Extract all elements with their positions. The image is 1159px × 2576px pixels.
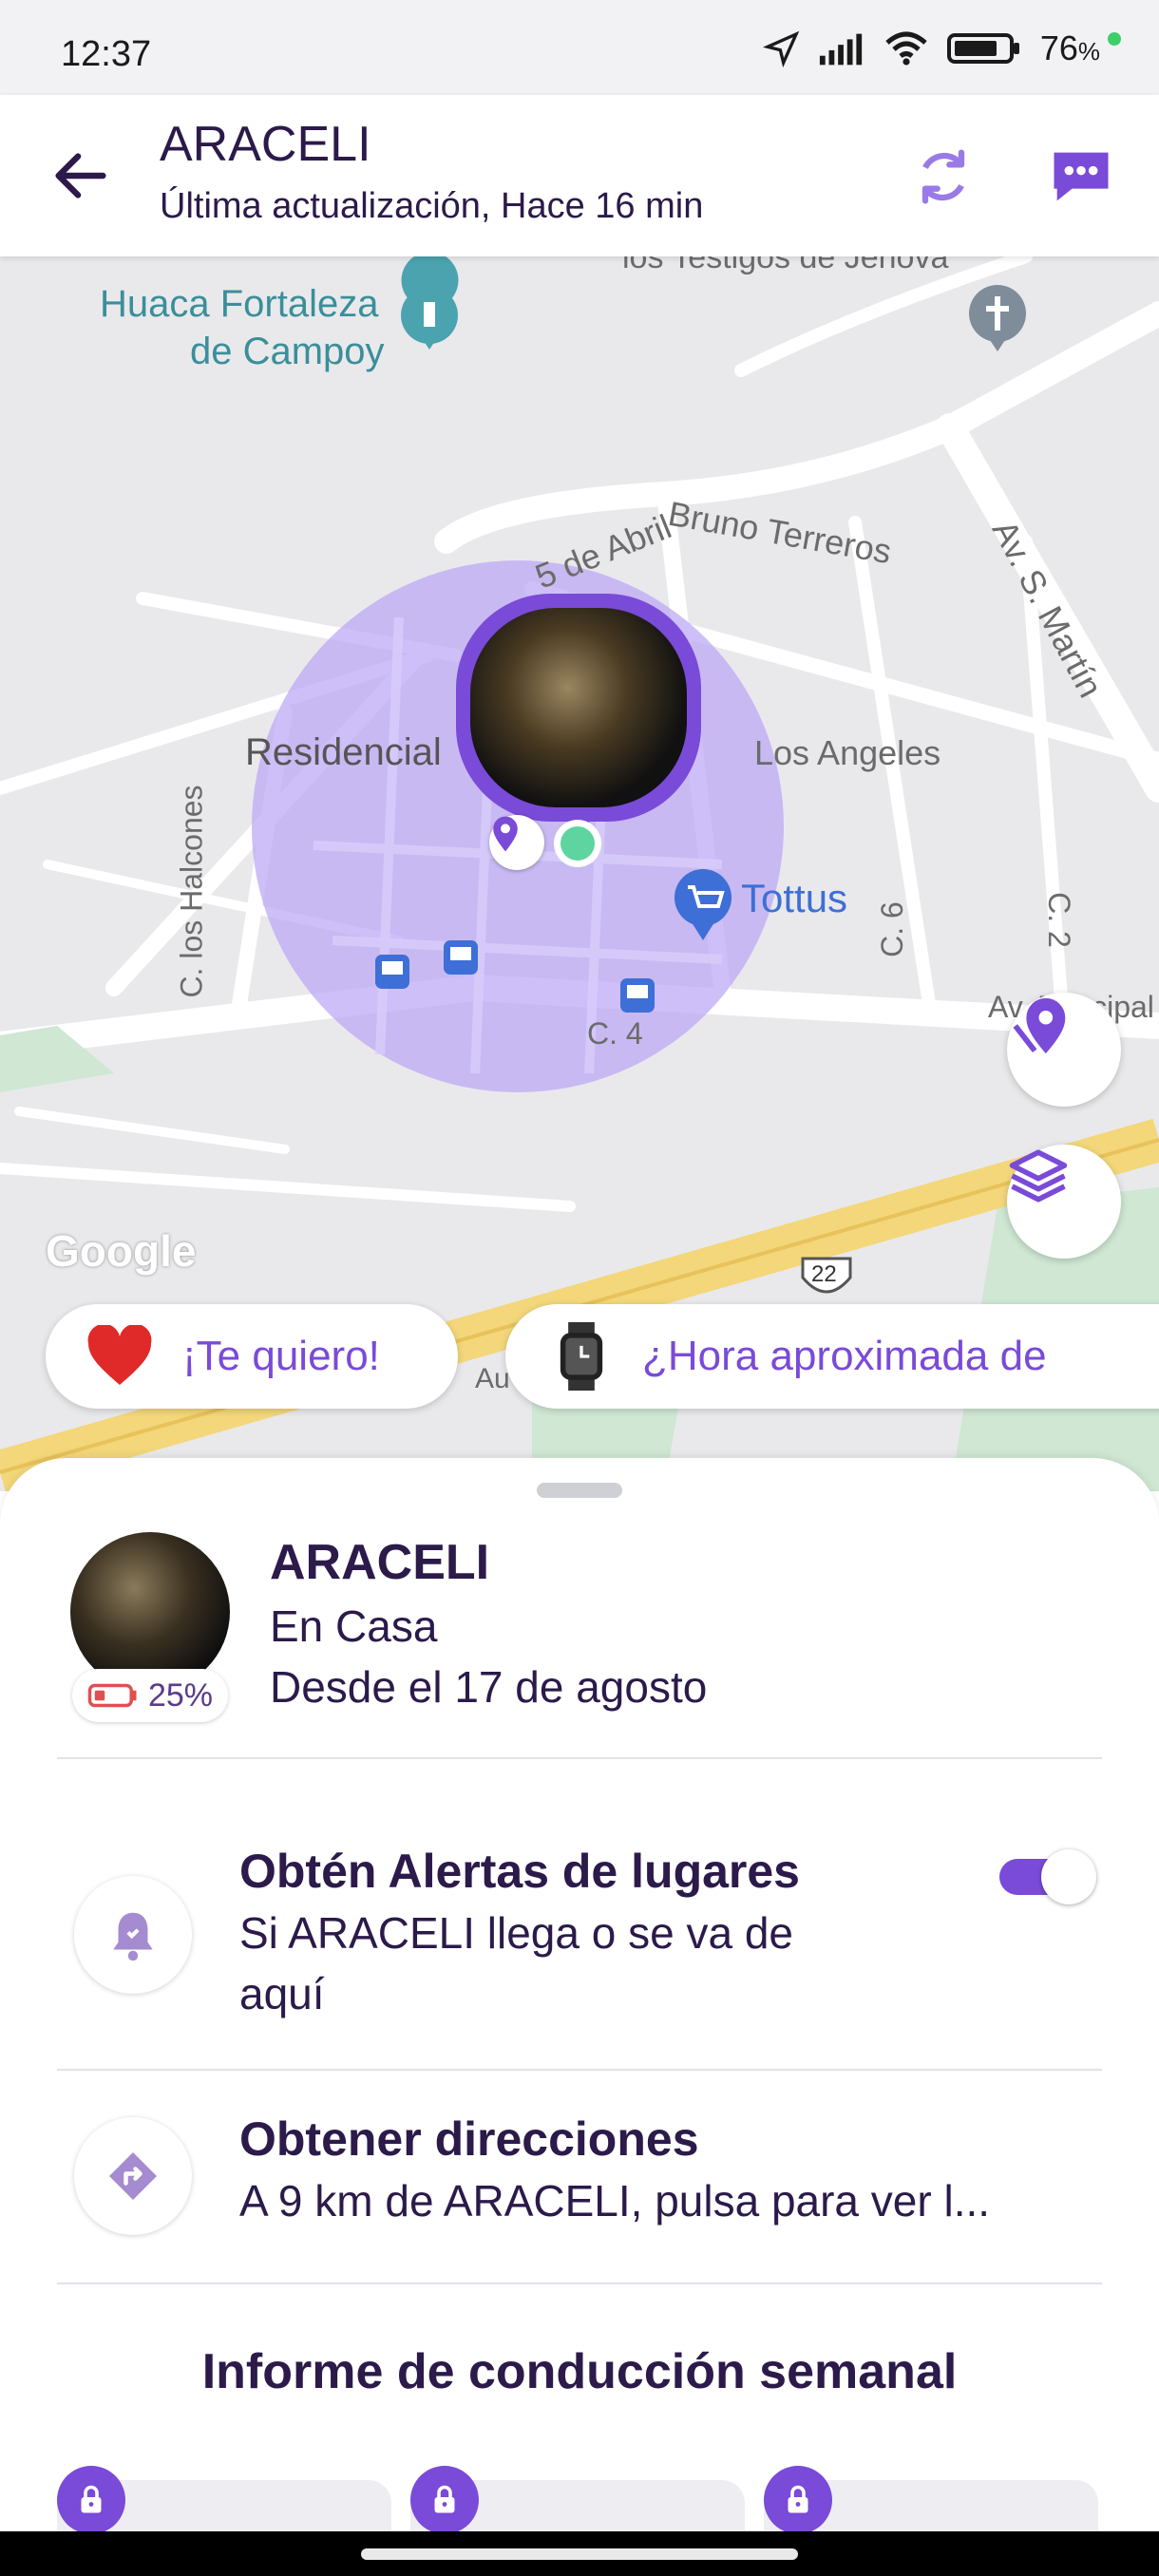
system-nav-bar xyxy=(0,2531,1159,2576)
battery-level: 76% xyxy=(1039,28,1100,67)
battery-icon xyxy=(946,33,1019,64)
directions-icon xyxy=(109,2152,157,2200)
member-name: ARACELI xyxy=(270,1535,490,1590)
google-logo: Google xyxy=(46,1226,197,1276)
back-arrow-icon[interactable] xyxy=(48,142,114,209)
chip-hora-aproximada[interactable]: ¿Hora aproximada de xyxy=(505,1304,1159,1409)
member-location-dot xyxy=(554,820,601,867)
last-update-label: Última actualización, Hace 16 min xyxy=(160,186,704,226)
divider xyxy=(57,2069,1102,2071)
map-label-residencial: Residencial xyxy=(245,731,442,773)
place-pin-marker[interactable] xyxy=(489,815,544,870)
huaca-pin-icon xyxy=(401,256,459,350)
member-map-pin[interactable] xyxy=(456,594,701,835)
toggle-thumb xyxy=(1041,1849,1096,1904)
map-label-los-angeles: Los Angeles xyxy=(754,733,941,772)
active-indicator-dot xyxy=(1108,32,1121,46)
driving-report-title: Informe de conducción semanal xyxy=(201,2344,958,2399)
member-battery-percent: 25% xyxy=(147,1676,214,1714)
wifi-icon xyxy=(885,31,927,66)
member-since: Desde el 17 de agosto xyxy=(270,1662,708,1712)
map-label-au: Au xyxy=(475,1363,510,1394)
alerts-subtitle-line2: aquí xyxy=(239,1969,325,2018)
heart-icon xyxy=(87,1325,152,1385)
refresh-icon[interactable] xyxy=(907,141,979,213)
signal-icon xyxy=(819,33,862,66)
map-label-c4: C. 4 xyxy=(587,1016,643,1051)
bus-stop-icon xyxy=(444,940,478,975)
map-label-c2: C. 2 xyxy=(1041,892,1076,948)
directions-subtitle: A 9 km de ARACELI, pulsa para ver l... xyxy=(239,2176,991,2226)
chip-te-quiero[interactable]: ¡Te quiero! xyxy=(46,1304,458,1409)
status-icons: 76% xyxy=(762,28,1121,68)
member-avatar xyxy=(70,1532,230,1692)
divider xyxy=(57,1757,1102,1759)
map-label-los-halcones: C. los Halcones xyxy=(174,785,209,998)
lock-icon xyxy=(764,2466,832,2534)
app-header: ARACELI Última actualización, Hace 16 mi… xyxy=(0,95,1159,256)
member-detail-sheet: 25% ARACELI En Casa Desde el 17 de agost… xyxy=(0,1458,1159,2556)
member-battery-badge: 25% xyxy=(72,1669,228,1722)
bus-stop-icon xyxy=(620,978,655,1013)
church-pin-icon xyxy=(969,285,1026,351)
divider xyxy=(57,2282,1102,2284)
directions-row[interactable]: Obtener direcciones A 9 km de ARACELI, p… xyxy=(0,2072,1159,2282)
directions-icon-container xyxy=(74,2117,192,2235)
alerts-subtitle-line1: Si ARACELI llega o se va de xyxy=(239,1908,793,1958)
chat-icon[interactable] xyxy=(1045,141,1117,213)
places-button[interactable] xyxy=(1007,993,1121,1107)
place-alerts-row[interactable]: Obtén Alertas de lugares Si ARACELI lleg… xyxy=(0,1760,1159,2069)
map-layers-button[interactable] xyxy=(1007,1145,1121,1259)
map-label-route-22: 22 xyxy=(811,1261,837,1287)
alerts-title: Obtén Alertas de lugares xyxy=(239,1845,800,1898)
place-pin-icon xyxy=(493,816,518,852)
sheet-drag-handle[interactable] xyxy=(537,1483,622,1498)
bell-icon xyxy=(113,1912,153,1961)
status-bar: 12:37 76% xyxy=(0,0,1159,95)
layers-icon xyxy=(1009,1149,1068,1203)
alerts-toggle[interactable] xyxy=(999,1849,1096,1904)
member-map-avatar xyxy=(470,608,687,807)
page-title: ARACELI xyxy=(160,117,371,172)
directions-title: Obtener direcciones xyxy=(239,2112,699,2166)
bell-icon-container xyxy=(74,1876,192,1994)
chip-hora-aproximada-label: ¿Hora aproximada de xyxy=(642,1333,1047,1379)
watch-icon xyxy=(560,1322,603,1391)
lock-icon xyxy=(410,2466,479,2534)
low-battery-icon xyxy=(87,1683,137,1708)
status-time: 12:37 xyxy=(61,34,152,74)
location-arrow-icon xyxy=(762,30,800,67)
map-label-c6: C. 6 xyxy=(874,901,909,957)
member-place: En Casa xyxy=(270,1601,438,1651)
places-pin-icon xyxy=(1013,997,1066,1054)
map-label-huaca-1: Huaca Fortaleza xyxy=(100,283,379,325)
map-label-huaca-2: de Campoy xyxy=(190,331,385,372)
bus-stop-icon xyxy=(375,955,409,989)
lock-icon xyxy=(57,2466,125,2534)
chip-te-quiero-label: ¡Te quiero! xyxy=(182,1333,380,1379)
map-label-tottus: Tottus xyxy=(741,876,848,920)
map-label-testigos: los Testigos de Jehová xyxy=(622,256,949,275)
home-gesture-bar[interactable] xyxy=(361,2548,798,2560)
